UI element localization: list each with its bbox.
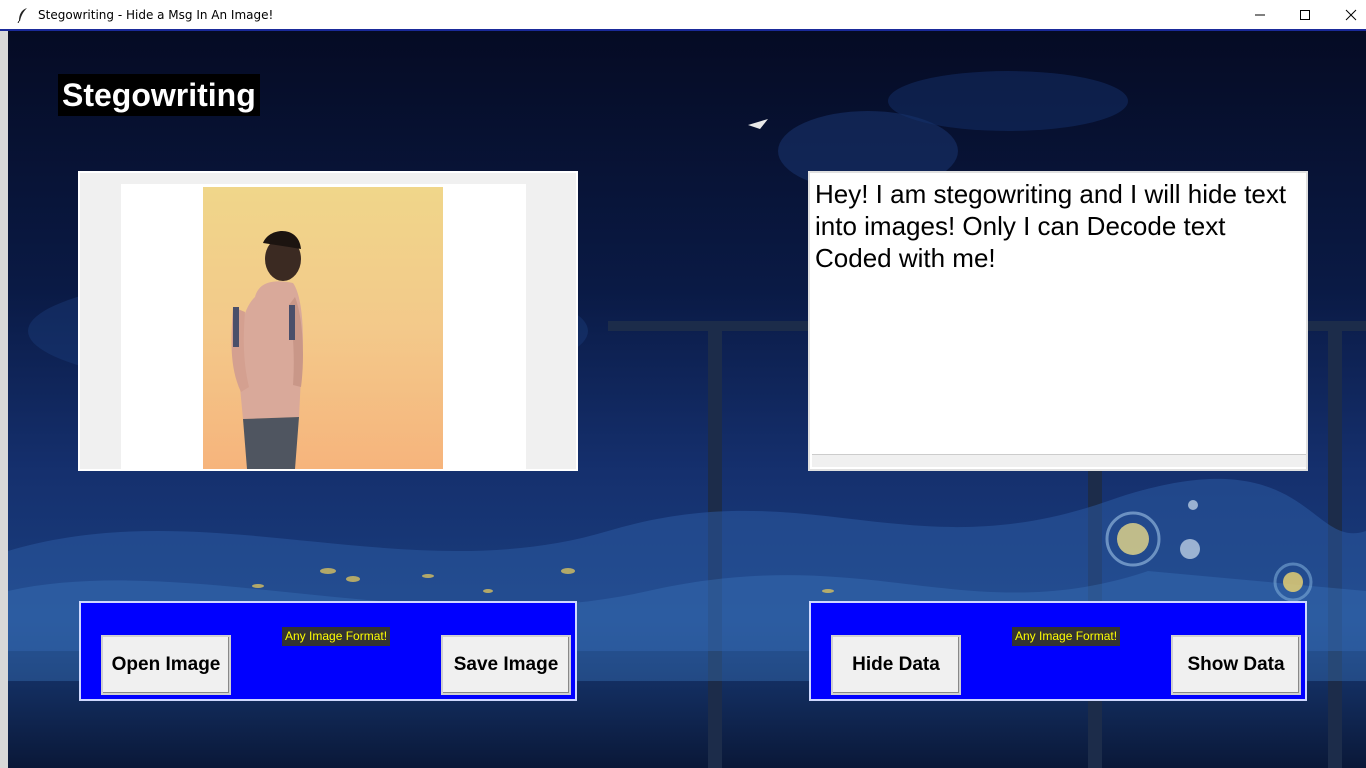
format-hint-label: Any Image Format! (1012, 627, 1121, 646)
minimize-button[interactable] (1237, 0, 1283, 30)
window-title: Stegowriting - Hide a Msg In An Image! (38, 8, 274, 22)
message-text-panel: Hey! I am stegowriting and I will hide t… (808, 171, 1308, 471)
feather-icon (17, 8, 27, 23)
image-canvas (121, 184, 526, 469)
horizontal-scrollbar[interactable] (812, 454, 1306, 467)
loaded-photo (203, 187, 443, 469)
show-data-button[interactable]: Show Data (1171, 635, 1301, 695)
minimize-icon (1255, 14, 1265, 16)
open-image-button[interactable]: Open Image (101, 635, 231, 695)
format-hint-label: Any Image Format! (282, 627, 391, 646)
image-preview-panel (78, 171, 578, 471)
window-titlebar: Stegowriting - Hide a Msg In An Image! (0, 0, 1366, 31)
maximize-icon (1300, 10, 1310, 20)
maximize-button[interactable] (1282, 0, 1328, 30)
close-icon (1345, 9, 1357, 21)
app-heading: Stegowriting (58, 74, 260, 116)
data-controls-frame: Hide Data Any Image Format! Show Data (809, 601, 1307, 701)
close-button[interactable] (1328, 0, 1366, 30)
hide-data-button[interactable]: Hide Data (831, 635, 961, 695)
message-textarea[interactable]: Hey! I am stegowriting and I will hide t… (813, 176, 1307, 458)
image-controls-frame: Open Image Any Image Format! Save Image (79, 601, 577, 701)
window-edge (0, 31, 8, 768)
save-image-button[interactable]: Save Image (441, 635, 571, 695)
